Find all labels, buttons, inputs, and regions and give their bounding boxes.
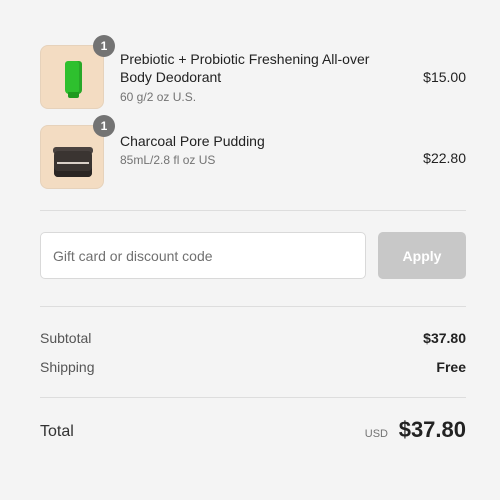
charcoal-jar-image (54, 151, 92, 177)
product-thumbnail (40, 125, 104, 189)
total-amount: $37.80 (398, 417, 466, 442)
shipping-label: Shipping (40, 359, 95, 375)
subtotal-label: Subtotal (40, 330, 92, 346)
product-price: $22.80 (423, 150, 466, 166)
quantity-badge: 1 (93, 115, 115, 137)
divider (40, 397, 466, 398)
total-label: Total (40, 423, 74, 440)
divider (40, 210, 466, 211)
jar-label-image (57, 162, 89, 164)
subtotal-value: $37.80 (423, 330, 466, 346)
total-currency: USD (364, 428, 388, 440)
product-name: Charcoal Pore Pudding (120, 133, 265, 149)
divider (40, 306, 466, 307)
line-item: 1 Charcoal Pore Pudding 85mL/2.8 fl oz U… (40, 0, 466, 200)
shipping-value: Free (436, 359, 466, 375)
discount-code-input[interactable] (40, 232, 366, 279)
product-variant: 85mL/2.8 fl oz US (120, 153, 216, 167)
order-summary: 1 Prebiotic + Probiotic Freshening All-o… (40, 0, 466, 500)
apply-discount-button[interactable]: Apply (378, 232, 466, 279)
